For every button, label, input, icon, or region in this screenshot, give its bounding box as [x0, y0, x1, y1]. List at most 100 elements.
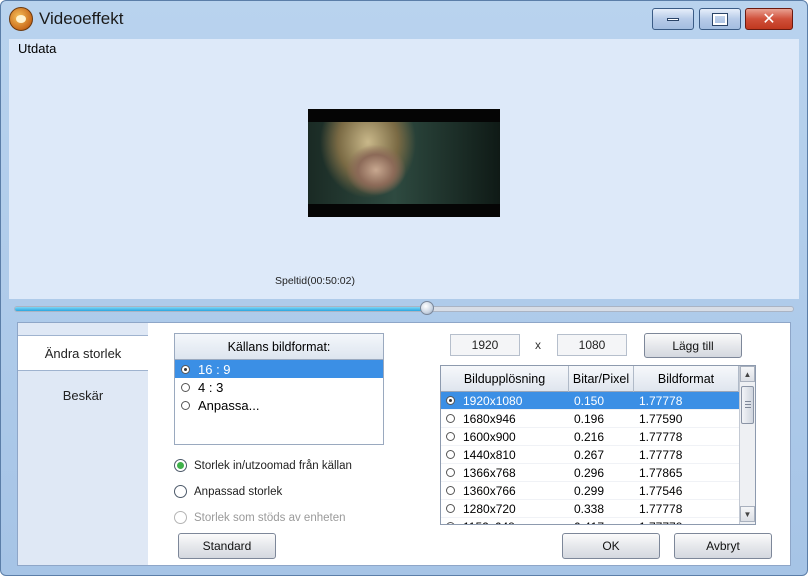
size-mode-label: Anpassad storlek [194, 485, 283, 498]
table-row[interactable]: 1366x768 0.296 1.77865 [441, 464, 739, 482]
column-header-bits-per-pixel[interactable]: Bitar/Pixel [569, 366, 634, 392]
cell-aspect-ratio: 1.77778 [639, 429, 683, 444]
table-scrollbar[interactable]: ▲ ▼ [739, 366, 755, 524]
width-input[interactable]: 1920 [450, 334, 520, 356]
tab-resize[interactable]: Ändra storlek [18, 335, 148, 371]
tab-crop-label: Beskär [62, 387, 104, 403]
video-preview [308, 109, 500, 217]
video-frame-image [308, 122, 500, 204]
close-button[interactable]: ✕ [745, 8, 793, 30]
cell-resolution: 1280x720 [441, 500, 569, 517]
table-row[interactable]: 1152x648 0.4171.77778 [441, 518, 739, 524]
source-format-option-custom[interactable]: Anpassa... [175, 396, 383, 414]
seek-bar-progress [15, 307, 427, 311]
scroll-up-icon[interactable]: ▲ [740, 366, 755, 382]
source-format-list: Källans bildformat: 16 : 9 4 : 3 Anpassa… [174, 333, 384, 445]
size-mode-zoom-radio[interactable]: Storlek in/utzoomad från källan [174, 459, 352, 472]
radio-dot-icon [446, 450, 455, 459]
settings-panel: Ändra storlek Beskär Källans bildformat:… [17, 322, 791, 566]
cell-bits-per-pixel: 0.196 [574, 411, 605, 426]
table-row[interactable]: 1440x810 0.267 1.77778 [441, 446, 739, 464]
radio-dot-icon [181, 400, 190, 410]
cell-bits-per-pixel: 0.299 [574, 483, 605, 498]
cell-resolution-text: 1360x766 [463, 483, 516, 498]
cell-aspect-ratio: 1.77778 [634, 518, 739, 525]
cell-bits-per-pixel: 0.296 [574, 465, 605, 480]
cell-bits-per-pixel: 0.216 [574, 429, 605, 444]
standard-button[interactable]: Standard [178, 533, 276, 559]
source-format-option-16-9[interactable]: 16 : 9 [175, 360, 383, 378]
seek-bar-thumb[interactable] [420, 301, 434, 315]
resize-content: Källans bildformat: 16 : 9 4 : 3 Anpassa… [148, 323, 790, 565]
option-label: Anpassa... [198, 397, 260, 413]
maximize-button[interactable] [699, 8, 741, 30]
app-logo-icon [9, 7, 33, 31]
radio-dot-icon [446, 486, 455, 495]
radio-button-icon [174, 511, 187, 524]
seek-bar[interactable] [14, 306, 794, 312]
source-format-header: Källans bildformat: [175, 334, 383, 360]
cell-bits-per-pixel: 0.150 [574, 393, 605, 408]
tab-resize-label: Ändra storlek [44, 345, 122, 361]
source-format-option-4-3[interactable]: 4 : 3 [175, 378, 383, 396]
cell-aspect-ratio: 1.77778 [639, 501, 683, 516]
cell-resolution-text: 1600x900 [463, 429, 516, 444]
cell-resolution-text: 1280x720 [463, 501, 516, 516]
table-row[interactable]: 1360x766 0.299 1.77546 [441, 482, 739, 500]
radio-dot-icon [446, 432, 455, 441]
maximize-icon [712, 12, 728, 26]
cell-resolution: 1360x766 [441, 482, 569, 499]
close-icon: ✕ [762, 9, 776, 28]
cell-bits-per-pixel: 0.338 [574, 501, 605, 516]
cell-aspect-ratio: 1.77546 [639, 483, 683, 498]
cell-resolution: 1600x900 [441, 428, 569, 445]
cell-resolution: 1920x1080 [441, 392, 569, 409]
size-mode-label: Storlek in/utzoomad från källan [194, 459, 352, 472]
table-header: Bildupplösning Bitar/Pixel Bildformat [441, 366, 739, 392]
column-header-aspect-ratio[interactable]: Bildformat [634, 366, 739, 392]
cell-aspect-ratio: 1.77590 [639, 411, 683, 426]
option-label: 16 : 9 [198, 361, 231, 377]
size-mode-custom-radio[interactable]: Anpassad storlek [174, 485, 282, 498]
add-resolution-button[interactable]: Lägg till [644, 333, 742, 358]
window-title: Videoeffekt [39, 9, 124, 28]
minimize-button[interactable] [652, 8, 694, 30]
cell-resolution-text: 1440x810 [463, 447, 516, 462]
video-effect-window: Videoeffekt ✕ Utdata Speltid(00:50:02) Ä… [0, 0, 808, 576]
playtime-label: Speltid(00:50:02) [275, 275, 355, 287]
cell-resolution: 1440x810 [441, 446, 569, 463]
cancel-button[interactable]: Avbryt [674, 533, 772, 559]
table-row[interactable]: 1600x900 0.216 1.77778 [441, 428, 739, 446]
cell-bits-per-pixel: 0.267 [574, 447, 605, 462]
title-bar[interactable]: Videoeffekt ✕ [1, 1, 807, 39]
scrollbar-thumb[interactable] [741, 386, 754, 424]
cell-resolution-text: 1366x768 [463, 465, 516, 480]
radio-dot-icon [446, 414, 455, 423]
cell-resolution-text: 1152x648 [463, 520, 515, 525]
radio-button-icon [174, 485, 187, 498]
table-row[interactable]: 1680x946 0.196 1.77590 [441, 410, 739, 428]
tab-crop[interactable]: Beskär [18, 377, 148, 413]
size-mode-device-radio: Storlek som stöds av enheten [174, 511, 346, 524]
radio-dot-icon [446, 396, 455, 405]
cell-resolution-text: 1920x1080 [463, 393, 523, 408]
cell-resolution: 1366x768 [441, 464, 569, 481]
resolution-separator: x [535, 338, 541, 352]
minimize-icon [667, 17, 679, 21]
radio-dot-icon [446, 504, 455, 513]
cell-aspect-ratio: 1.77778 [639, 393, 683, 408]
table-row[interactable]: 1920x1080 0.150 1.77778 [441, 392, 739, 410]
cell-aspect-ratio: 1.77778 [639, 447, 683, 462]
ok-button[interactable]: OK [562, 533, 660, 559]
column-header-resolution[interactable]: Bildupplösning [441, 366, 569, 392]
table-row[interactable]: 1280x720 0.338 1.77778 [441, 500, 739, 518]
height-input[interactable]: 1080 [557, 334, 627, 356]
cell-resolution: 1152x648 [441, 518, 569, 524]
output-label: Utdata [18, 41, 57, 56]
radio-button-icon [174, 459, 187, 472]
output-preview-area: Utdata Speltid(00:50:02) [9, 39, 799, 299]
resolution-table: Bildupplösning Bitar/Pixel Bildformat 19… [440, 365, 756, 525]
radio-dot-icon [446, 468, 455, 477]
scroll-down-icon[interactable]: ▼ [740, 506, 755, 522]
radio-dot-icon [181, 382, 190, 392]
